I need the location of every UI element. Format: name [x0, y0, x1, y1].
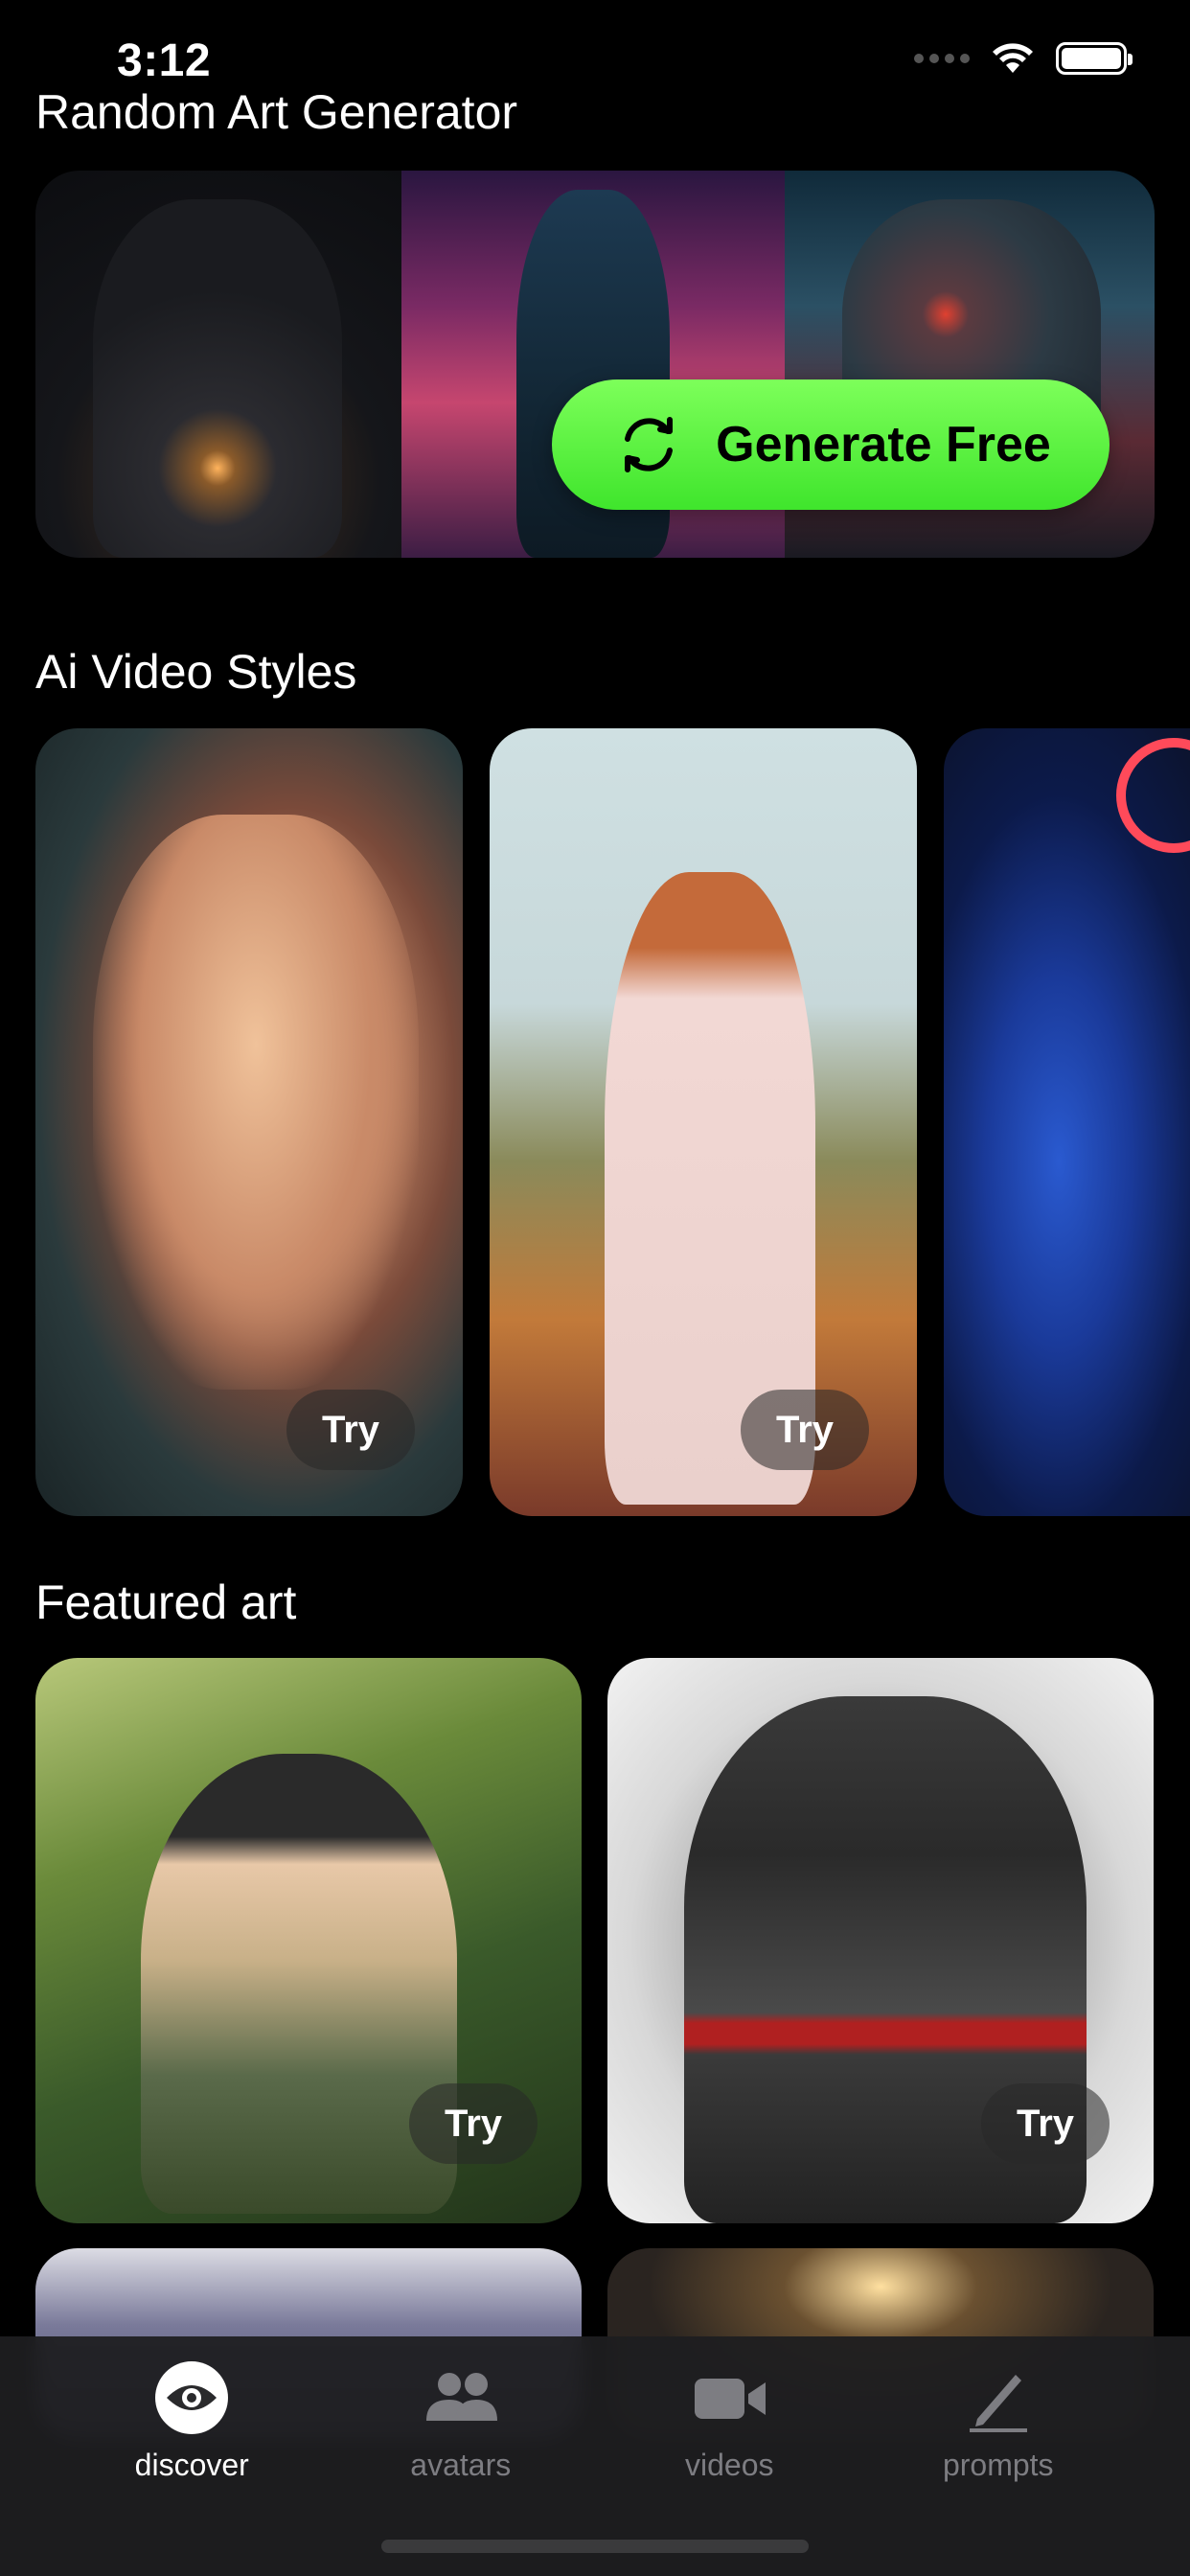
status-icons — [914, 42, 1133, 75]
tab-label: videos — [685, 2448, 774, 2482]
video-style-card[interactable] — [944, 728, 1190, 1516]
tab-label: prompts — [942, 2448, 1054, 2482]
armored-knight-image — [35, 171, 401, 558]
pencil-icon — [969, 2375, 1027, 2432]
elf-archer-image — [141, 1754, 457, 2214]
generate-free-label: Generate Free — [716, 417, 1051, 472]
cartoon-man-portrait — [93, 815, 419, 1390]
refresh-icon — [625, 417, 674, 472]
status-time: 3:12 — [117, 35, 212, 86]
page-title: Random Art Generator — [35, 85, 518, 139]
video-style-card[interactable]: Try — [35, 728, 463, 1516]
battery-icon — [1056, 42, 1133, 75]
featured-art-card[interactable]: Try — [607, 1658, 1154, 2223]
eye-icon — [155, 2361, 229, 2434]
generate-free-button[interactable]: Generate Free — [552, 380, 1110, 510]
people-icon — [425, 2373, 497, 2421]
try-button[interactable]: Try — [981, 2083, 1110, 2164]
try-button[interactable]: Try — [741, 1390, 869, 1470]
video-style-card[interactable]: Try — [490, 728, 917, 1516]
neon-sign-image — [1116, 738, 1190, 853]
tab-prompts[interactable]: prompts — [903, 2358, 1094, 2576]
cellular-signal-icon — [914, 54, 970, 63]
featured-art-card[interactable]: Try — [35, 1658, 582, 2223]
wifi-icon — [993, 43, 1033, 73]
section-title-featured-art: Featured art — [35, 1576, 297, 1629]
try-button[interactable]: Try — [409, 2083, 538, 2164]
section-title-video-styles: Ai Video Styles — [35, 645, 357, 699]
tab-label: avatars — [410, 2448, 512, 2482]
tab-discover[interactable]: discover — [96, 2358, 287, 2576]
try-button[interactable]: Try — [286, 1390, 415, 1470]
video-camera-icon — [695, 2379, 767, 2419]
tab-label: discover — [134, 2448, 249, 2482]
home-indicator[interactable] — [381, 2540, 809, 2553]
discover-screen: 3:12 Random Art Generator Generate Free … — [0, 0, 1190, 2576]
